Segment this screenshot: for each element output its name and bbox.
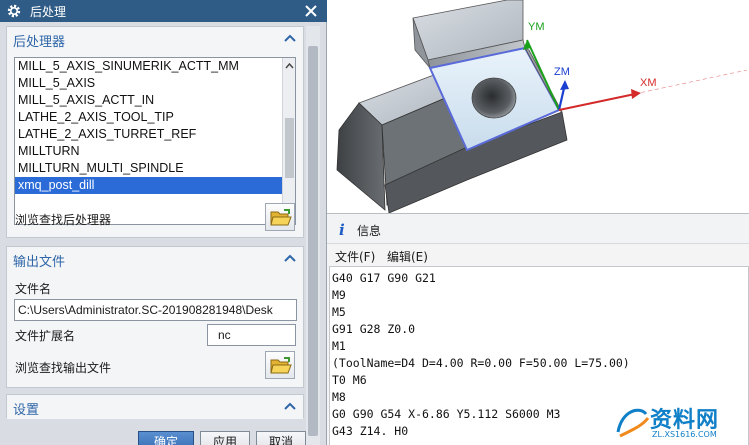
chevron-up-icon[interactable]	[283, 252, 297, 266]
extension-input[interactable]: nc	[207, 324, 296, 346]
info-menubar: 文件(F) 编辑(E)	[327, 245, 749, 265]
info-title: 信息	[357, 224, 382, 238]
filename-label: 文件名	[15, 282, 52, 296]
chevron-up-icon[interactable]	[283, 32, 297, 46]
gear-icon	[7, 4, 21, 18]
list-item[interactable]: LATHE_2_AXIS_TURRET_REF	[15, 126, 283, 143]
browse-postprocessor-button[interactable]	[265, 203, 295, 231]
apply-button[interactable]: 应用	[200, 431, 250, 445]
list-item[interactable]: MILLTURN	[15, 143, 283, 160]
postprocessor-section-title: 后处理器	[13, 35, 66, 50]
scroll-up-icon[interactable]	[284, 60, 295, 72]
dialog-scrollbar-thumb[interactable]	[308, 46, 318, 436]
list-scrollbar[interactable]	[282, 58, 295, 224]
filename-input[interactable]: C:\Users\Administrator.SC-201908281948\D…	[14, 299, 297, 321]
output-file-panel: 输出文件 文件名 C:\Users\Administrator.SC-20190…	[6, 246, 304, 388]
watermark-url: ZL.XS1616.COM	[652, 430, 717, 439]
info-titlebar: i 信息	[327, 214, 749, 244]
output-file-header[interactable]: 输出文件	[7, 247, 303, 271]
watermark-logo-icon	[616, 408, 650, 438]
dialog-titlebar: 后处理	[0, 0, 327, 22]
cancel-button[interactable]: 取消	[256, 431, 306, 445]
output-file-section-title: 输出文件	[13, 255, 66, 270]
folder-open-icon	[270, 209, 292, 226]
list-item[interactable]: MILL_5_AXIS_SINUMERIK_ACTT_MM	[15, 58, 283, 75]
list-item[interactable]: MILL_5_AXIS	[15, 75, 283, 92]
ok-button[interactable]: 确定	[138, 431, 194, 445]
code-line: G0 G90 G54 X-6.86 Y5.112 S6000 M3	[332, 407, 561, 421]
list-scrollbar-thumb[interactable]	[285, 118, 294, 178]
code-line: (ToolName=D4 D=4.00 R=0.00 F=50.00 L=75.…	[332, 356, 630, 370]
watermark: 资料网 ZL.XS1616.COM	[612, 400, 749, 445]
postprocessor-panel: 后处理器 MILL_5_AXIS_SINUMERIK_ACTT_MM MILL_…	[6, 26, 304, 238]
postprocessor-header[interactable]: 后处理器	[7, 27, 303, 51]
browse-postprocessor-label: 浏览查找后处理器	[15, 213, 112, 227]
list-item[interactable]: MILLTURN_MULTI_SPINDLE	[15, 160, 283, 177]
code-line: M9	[332, 288, 346, 302]
folder-open-icon	[270, 357, 292, 374]
zm-axis-label: ZM	[554, 66, 570, 78]
extension-label: 文件扩展名	[15, 329, 76, 343]
list-item-selected[interactable]: xmq_post_dill	[15, 177, 283, 194]
list-item[interactable]: LATHE_2_AXIS_TOOL_TIP	[15, 109, 283, 126]
code-line: G91 G28 Z0.0	[332, 322, 416, 336]
browse-output-button[interactable]	[265, 351, 295, 379]
graphics-viewport[interactable]: YM ZM XM	[327, 0, 749, 213]
settings-panel: 设置	[6, 394, 304, 419]
chevron-up-icon[interactable]	[283, 400, 297, 414]
xm-axis-label: XM	[640, 77, 657, 89]
code-line: G43 Z14. H0	[332, 424, 409, 438]
settings-header[interactable]: 设置	[7, 395, 303, 419]
dialog-title: 后处理	[30, 5, 67, 19]
menu-edit[interactable]: 编辑(E)	[387, 248, 428, 265]
postprocessor-list[interactable]: MILL_5_AXIS_SINUMERIK_ACTT_MM MILL_5_AXI…	[14, 57, 296, 225]
info-icon: i	[339, 221, 345, 239]
post-process-dialog: 后处理 后处理器 MILL_5_AXIS_SINUMERIK_ACTT_MM M…	[0, 0, 327, 445]
menu-file[interactable]: 文件(F)	[335, 248, 375, 265]
settings-section-title: 设置	[13, 403, 40, 418]
code-line: G40 G17 G90 G21	[332, 271, 436, 285]
list-item[interactable]: MILL_5_AXIS_ACTT_IN	[15, 92, 283, 109]
code-line: M1	[332, 339, 346, 353]
close-icon[interactable]	[303, 3, 319, 19]
dialog-scrollbar[interactable]	[306, 26, 320, 445]
code-line: T0 M6	[332, 373, 367, 387]
ym-axis-label: YM	[528, 21, 545, 33]
code-line: M5	[332, 305, 346, 319]
code-line: M8	[332, 390, 346, 404]
browse-output-label: 浏览查找输出文件	[15, 361, 112, 375]
